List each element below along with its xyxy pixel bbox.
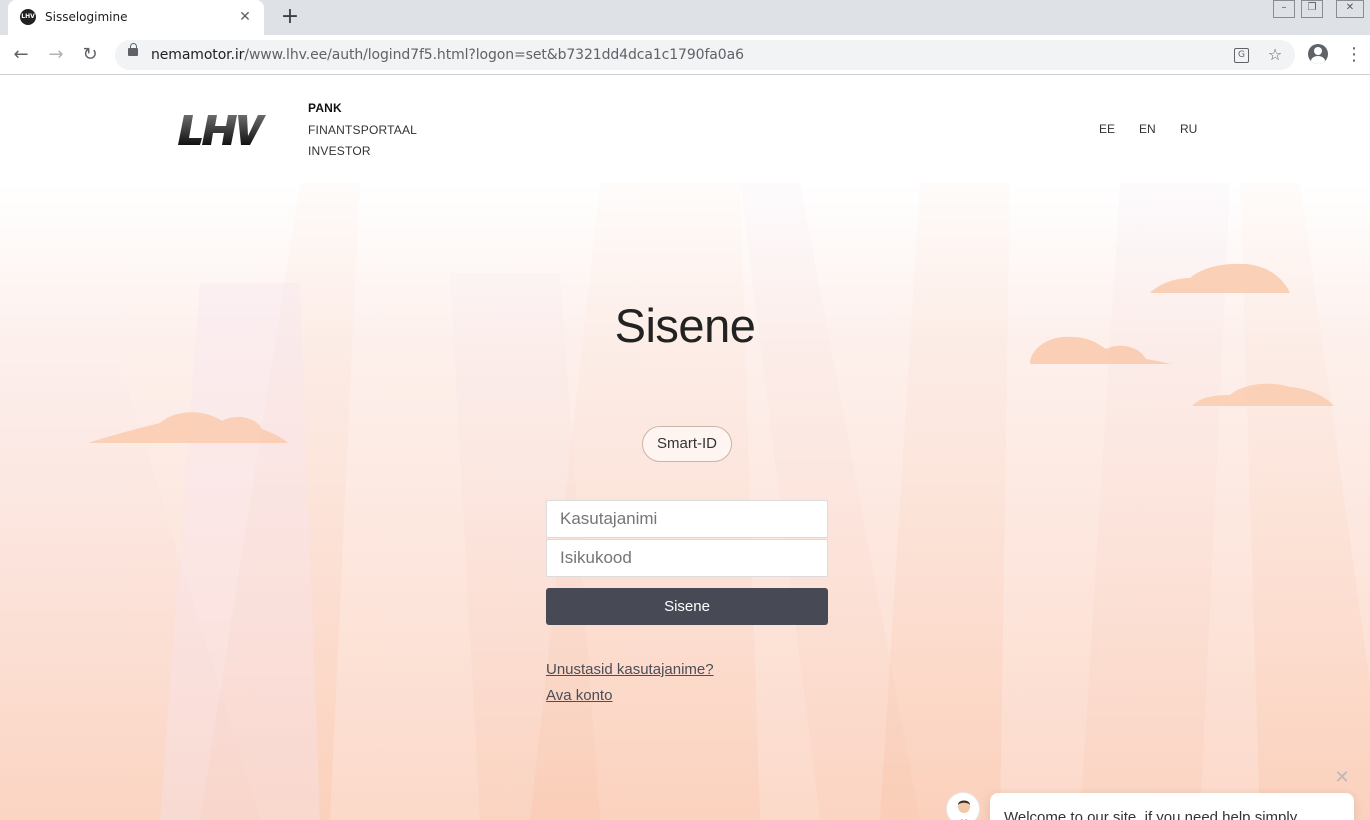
forward-arrow-icon[interactable]: → [44, 43, 68, 67]
lhv-favicon-icon: LHV [20, 9, 36, 25]
nav-link-pank[interactable]: PANK [308, 100, 417, 122]
page-content: PANK FINANTSPORTAAL INVESTOR EE EN RU Si… [0, 76, 1370, 820]
address-bar[interactable]: nemamotor.ir/www.lhv.ee/auth/logind7f5.h… [115, 40, 1295, 70]
nav-link-finantsportaal[interactable]: FINANTSPORTAAL [308, 122, 417, 144]
browser-tab[interactable]: LHV Sisselogimine ✕ [8, 0, 264, 35]
profile-icon[interactable] [1308, 44, 1328, 64]
bookmark-star-icon[interactable]: ☆ [1265, 45, 1285, 65]
minimize-icon[interactable]: – [1273, 0, 1295, 18]
translate-icon[interactable]: G [1234, 48, 1249, 63]
new-tab-icon[interactable]: + [278, 5, 302, 29]
login-submit-button[interactable]: Sisene [546, 588, 828, 625]
tab-close-icon[interactable]: ✕ [236, 8, 254, 26]
agent-person-icon [958, 800, 970, 820]
open-account-link[interactable]: Ava konto [546, 687, 612, 704]
language-ee[interactable]: EE [1099, 122, 1115, 136]
more-menu-icon[interactable]: ⋮ [1345, 43, 1363, 67]
login-heading: Sisene [614, 299, 756, 352]
chat-agent-avatar[interactable] [946, 792, 980, 820]
site-navigation: PANK FINANTSPORTAAL INVESTOR [308, 100, 417, 165]
username-input[interactable] [546, 500, 828, 538]
tab-title: Sisselogimine [45, 10, 128, 24]
nav-link-investor[interactable]: INVESTOR [308, 143, 417, 165]
browser-tab-bar: LHV Sisselogimine ✕ + – ❐ ✕ [0, 0, 1370, 35]
chat-message: Welcome to our site, if you need help si… [1004, 809, 1298, 820]
back-arrow-icon[interactable]: ← [9, 43, 33, 67]
forgot-username-link[interactable]: Unustasid kasutajanime? [546, 661, 714, 678]
window-close-icon[interactable]: ✕ [1336, 0, 1364, 18]
url-path: /www.lhv.ee/auth/logind7f5.html?logon=se… [244, 47, 744, 63]
lhv-logo[interactable] [178, 114, 266, 146]
restore-icon[interactable]: ❐ [1301, 0, 1323, 18]
language-ru[interactable]: RU [1180, 122, 1197, 136]
language-en[interactable]: EN [1139, 122, 1156, 136]
smart-id-tab[interactable]: Smart-ID [642, 426, 732, 462]
url-host: nemamotor.ir [151, 47, 245, 63]
id-code-input[interactable] [546, 539, 828, 577]
chat-close-icon[interactable]: ✕ [1333, 769, 1351, 787]
url-text[interactable]: nemamotor.ir/www.lhv.ee/auth/logind7f5.h… [151, 47, 744, 63]
lock-icon[interactable] [128, 43, 138, 56]
chat-welcome-bubble[interactable]: Welcome to our site, if you need help si… [990, 793, 1354, 820]
reload-icon[interactable]: ↻ [78, 43, 102, 67]
browser-toolbar: ← → ↻ nemamotor.ir/www.lhv.ee/auth/login… [0, 35, 1370, 75]
